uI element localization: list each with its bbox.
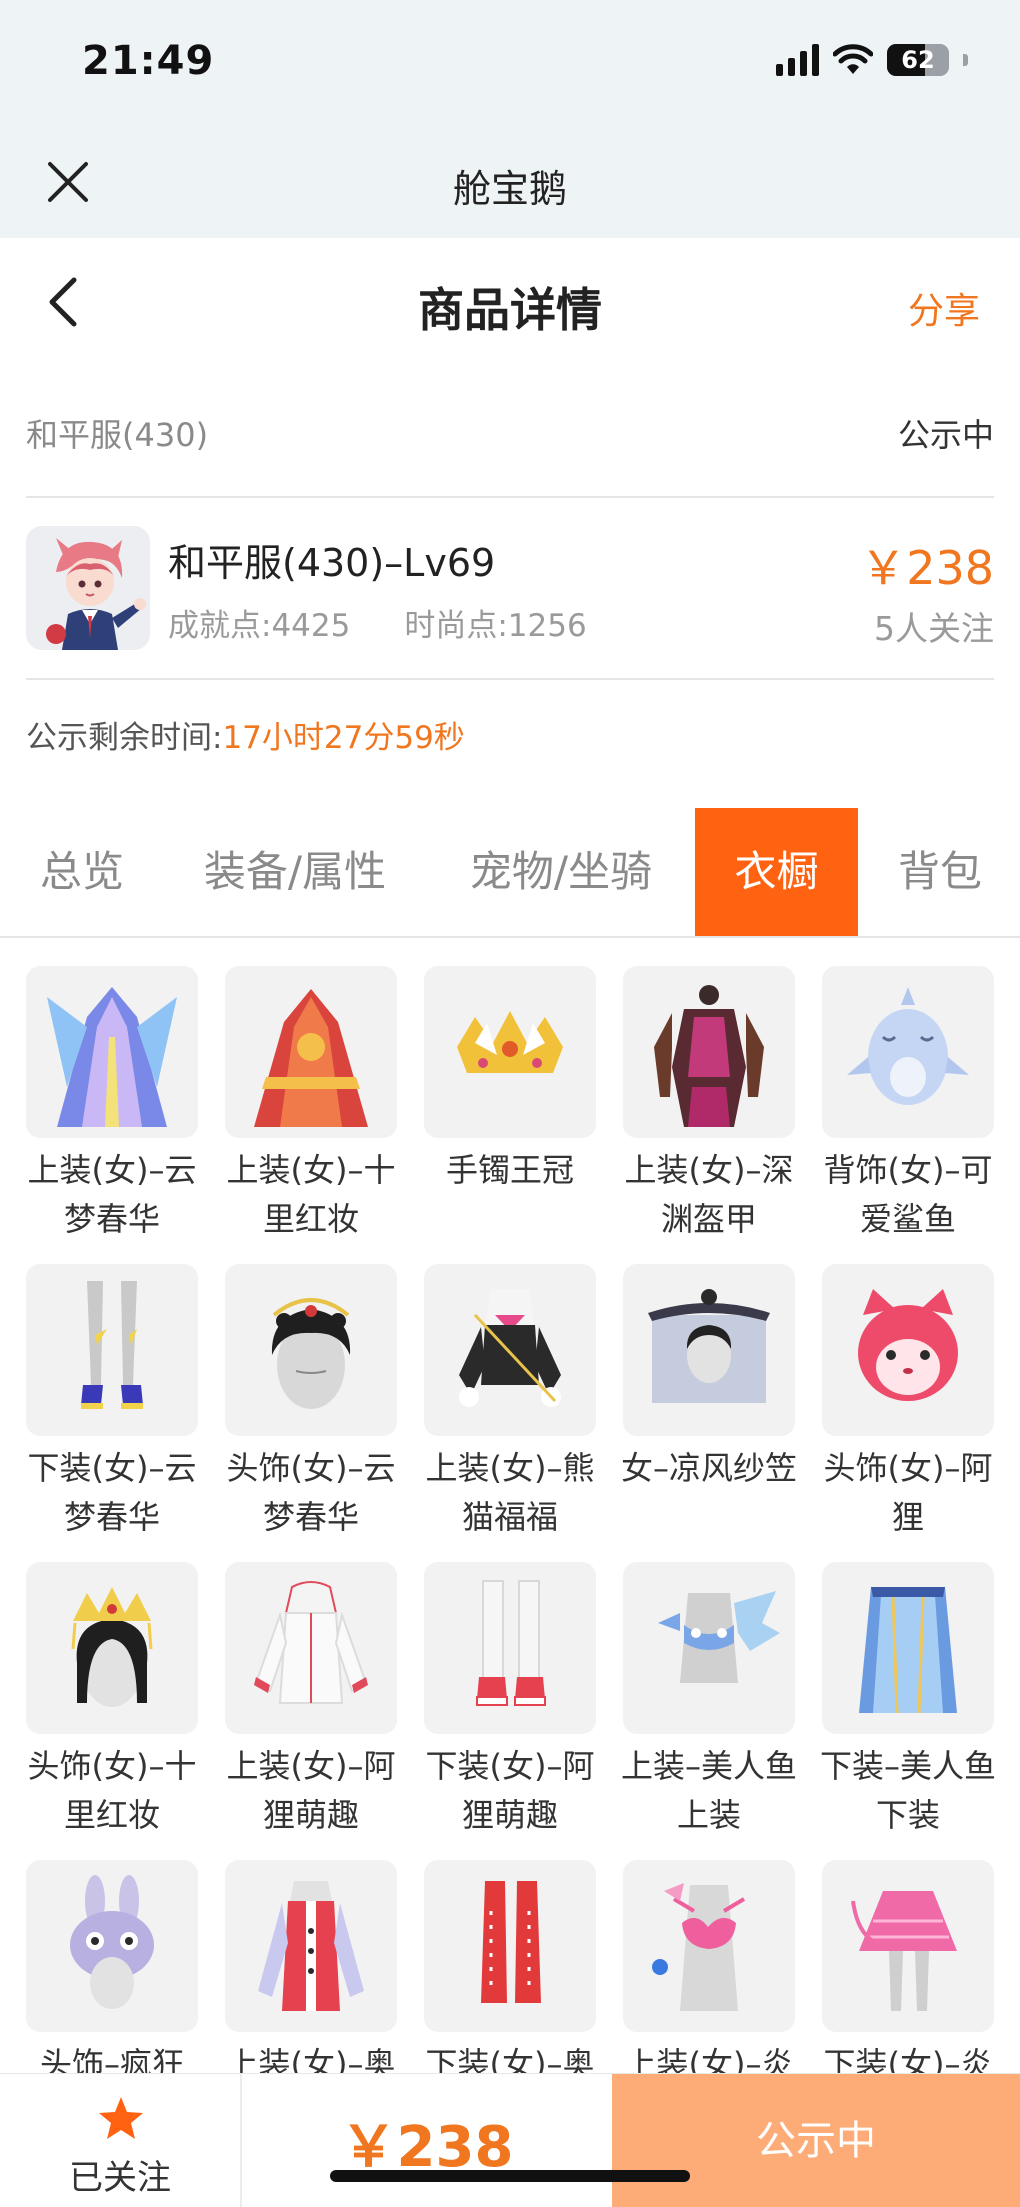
star-icon	[99, 2097, 143, 2139]
tab-wardrobe[interactable]: 衣橱	[695, 808, 858, 936]
wardrobe-item[interactable]: 上装(女)–阿狸萌趣	[225, 1562, 397, 1840]
share-button[interactable]: 分享	[908, 282, 980, 334]
tab-backpack[interactable]: 背包	[880, 808, 1000, 936]
publicity-timer: 公示剩余时间:17小时27分59秒	[26, 712, 465, 757]
pink-skirt-icon	[822, 1860, 994, 2032]
wardrobe-item[interactable]: 头饰(女)–十里红妆	[26, 1562, 198, 1840]
wardrobe-item[interactable]: 下装(女)–云梦春华	[26, 1264, 198, 1542]
mermaid-top-icon	[623, 1562, 795, 1734]
item-label: 上装(女)–阿狸萌趣	[226, 1747, 396, 1834]
account-summary[interactable]: 和平服(430)–Lv69 成就点:4425 时尚点:1256 ￥238 5人关注	[26, 520, 994, 650]
wardrobe-item[interactable]: 上装(女)–奥	[225, 1860, 397, 2089]
account-price: ￥238	[860, 541, 994, 595]
divider	[26, 496, 994, 498]
outfit-abyss-armor-icon	[623, 966, 795, 1138]
wardrobe-item[interactable]: 上装(女)–炎	[623, 1860, 795, 2089]
wardrobe-item[interactable]: 上装(女)–云梦春华	[26, 966, 198, 1244]
battery-level: 62	[901, 46, 935, 74]
item-label: 背饰(女)–可爱鲨鱼	[823, 1151, 993, 1238]
wardrobe-item[interactable]: 上装(女)–深渊盔甲	[623, 966, 795, 1244]
item-label: 下装(女)–云梦春华	[27, 1449, 197, 1536]
outfit-red-bridal-icon	[225, 966, 397, 1138]
outfit-blue-gown-icon	[26, 966, 198, 1138]
battery-icon: 62	[887, 44, 949, 76]
publicity-status: 公示中	[897, 416, 994, 454]
timer-value: 17小时27分59秒	[222, 720, 465, 756]
item-label: 下装–美人鱼下装	[820, 1747, 997, 1834]
item-label: 手镯王冠	[445, 1151, 574, 1189]
wardrobe-item[interactable]: 头饰(女)–云梦春华	[225, 1264, 397, 1542]
page-header: 商品详情 分享	[0, 238, 1020, 368]
battery-tip	[963, 54, 968, 66]
home-indicator[interactable]	[330, 2170, 690, 2182]
bunny-hat-icon	[26, 1860, 198, 2032]
follow-label: 已关注	[69, 2158, 171, 2198]
tab-overview[interactable]: 总览	[14, 808, 150, 936]
item-label: 下装(女)–阿狸萌趣	[425, 1747, 595, 1834]
mini-program-title: 舱宝鹅	[452, 167, 567, 211]
account-stats: 成就点:4425 时尚点:1256	[168, 600, 587, 645]
headdress-gold-icon	[225, 1264, 397, 1436]
pink-bikini-top-icon	[623, 1860, 795, 2032]
timer-label: 公示剩余时间:	[26, 720, 223, 756]
mermaid-skirt-icon	[822, 1562, 994, 1734]
item-label: 上装(女)–云梦春华	[27, 1151, 197, 1238]
divider	[26, 678, 994, 680]
wardrobe-item[interactable]: 上装(女)–十里红妆	[225, 966, 397, 1244]
wardrobe-item[interactable]: 头饰–疯狂	[26, 1860, 198, 2089]
outfit-panda-icon	[424, 1264, 596, 1436]
wardrobe-item[interactable]: 头饰(女)–阿狸	[822, 1264, 994, 1542]
item-label: 头饰(女)–云梦春华	[226, 1449, 396, 1536]
avatar	[26, 526, 150, 650]
bottom-action-bar: 已关注 ￥238 公示中	[0, 2073, 1020, 2207]
status-time: 21:49	[82, 38, 215, 84]
white-boots-icon	[424, 1562, 596, 1734]
wardrobe-item[interactable]: 下装(女)–奥	[424, 1860, 596, 2089]
outfit-red-jacket-icon	[225, 1860, 397, 2032]
headdress-crown-icon	[26, 1562, 198, 1734]
status-icons: 62	[776, 44, 968, 76]
item-label: 头饰(女)–十里红妆	[27, 1747, 197, 1834]
wardrobe-item[interactable]: 下装(女)–炎	[822, 1860, 994, 2089]
signal-icon	[776, 44, 819, 76]
item-label: 头饰(女)–阿狸	[823, 1449, 993, 1536]
item-label: 女–凉风纱笠	[621, 1449, 798, 1487]
account-title: 和平服(430)–Lv69	[168, 541, 496, 585]
wardrobe-item[interactable]: 背饰(女)–可爱鲨鱼	[822, 966, 994, 1244]
wardrobe-item[interactable]: 上装(女)–熊猫福福	[424, 1264, 596, 1542]
wardrobe-item[interactable]: 下装(女)–阿狸萌趣	[424, 1562, 596, 1840]
follower-count: 5人关注	[874, 609, 994, 648]
wardrobe-item[interactable]: 上装–美人鱼上装	[621, 1562, 798, 1840]
achievement-points: 成就点:4425	[168, 608, 351, 644]
red-boots-icon	[424, 1860, 596, 2032]
veil-hat-icon	[623, 1264, 795, 1436]
wardrobe-item[interactable]: 女–凉风纱笠	[621, 1264, 798, 1493]
fashion-points: 时尚点:1256	[404, 608, 587, 644]
legs-heels-icon	[26, 1264, 198, 1436]
ahri-fox-head-icon	[822, 1264, 994, 1436]
publicity-action-button[interactable]: 公示中	[612, 2074, 1020, 2207]
item-label: 上装–美人鱼上装	[621, 1747, 798, 1834]
follow-button[interactable]: 已关注	[0, 2074, 242, 2207]
bracelet-crown-icon	[424, 966, 596, 1138]
wardrobe-item[interactable]: 下装–美人鱼下装	[820, 1562, 997, 1840]
wardrobe-item[interactable]: 手镯王冠	[424, 966, 596, 1195]
tab-bar: 总览 装备/属性 宠物/坐骑 衣橱 背包	[0, 808, 1020, 938]
item-label: 上装(女)–熊猫福福	[425, 1449, 595, 1536]
server-name: 和平服(430)	[26, 416, 209, 454]
status-bar: 21:49 62	[0, 0, 1020, 130]
wifi-icon	[833, 44, 873, 74]
tab-pets-mounts[interactable]: 宠物/坐骑	[448, 808, 674, 936]
server-row: 和平服(430) 公示中	[26, 400, 994, 464]
mini-program-nav: 舱宝鹅	[0, 130, 1020, 238]
item-label: 上装(女)–深渊盔甲	[624, 1151, 794, 1238]
item-label: 上装(女)–十里红妆	[226, 1151, 396, 1238]
outfit-white-hoodie-icon	[225, 1562, 397, 1734]
shark-backpack-icon	[822, 966, 994, 1138]
tab-equipment[interactable]: 装备/属性	[184, 808, 406, 936]
page-title: 商品详情	[418, 283, 602, 337]
